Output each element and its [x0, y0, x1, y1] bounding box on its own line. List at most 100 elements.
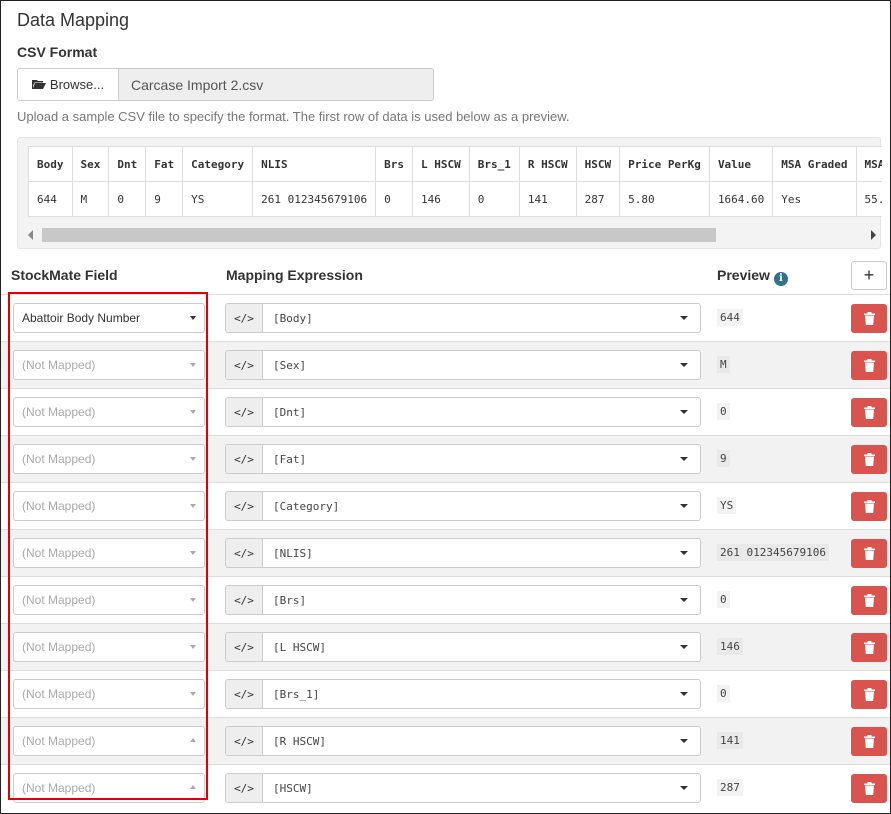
- file-name-display: Carcase Import 2.csv: [119, 69, 433, 100]
- delete-mapping-button[interactable]: [851, 586, 887, 615]
- scroll-right-arrow-icon[interactable]: [871, 230, 876, 240]
- code-editor-button[interactable]: </>: [225, 397, 262, 427]
- stockmate-field-value: (Not Mapped): [22, 546, 96, 560]
- stockmate-field-value: (Not Mapped): [22, 452, 96, 466]
- info-icon[interactable]: i: [773, 272, 788, 286]
- mapping-row: (Not Mapped) </> [Brs] 0: [1, 576, 890, 623]
- mapping-expression-select[interactable]: [L HSCW]: [262, 632, 701, 662]
- scroll-thumb[interactable]: [42, 228, 716, 242]
- preview-value: M: [717, 356, 730, 373]
- mapping-expression-value: [Body]: [273, 311, 313, 325]
- code-editor-button[interactable]: </>: [225, 585, 262, 615]
- horizontal-scrollbar[interactable]: [26, 226, 878, 244]
- stockmate-field-select[interactable]: (Not Mapped): [13, 773, 205, 803]
- scroll-left-arrow-icon[interactable]: [28, 230, 33, 240]
- mapping-expression-select[interactable]: [NLIS]: [262, 538, 701, 568]
- csv-preview-viewport[interactable]: Body Sex Dnt Fat Category NLIS Brs L HSCW Brs_1 R…: [18, 138, 882, 223]
- delete-mapping-button[interactable]: [851, 680, 887, 709]
- stockmate-field-value: (Not Mapped): [22, 499, 96, 513]
- code-editor-button[interactable]: </>: [225, 632, 262, 662]
- csv-cell: 261 012345679106: [252, 181, 377, 217]
- stockmate-field-value: (Not Mapped): [22, 687, 96, 701]
- stockmate-field-select[interactable]: (Not Mapped): [13, 538, 205, 568]
- csv-column-header: Brs: [375, 146, 413, 182]
- stockmate-field-select[interactable]: Abattoir Body Number: [13, 303, 205, 333]
- stockmate-field-select[interactable]: (Not Mapped): [13, 491, 205, 521]
- code-editor-button[interactable]: </>: [225, 726, 262, 756]
- code-editor-button[interactable]: </>: [225, 538, 262, 568]
- stockmate-field-select[interactable]: (Not Mapped): [13, 350, 205, 380]
- trash-icon: [863, 359, 875, 372]
- delete-mapping-button[interactable]: [851, 304, 887, 333]
- add-mapping-button[interactable]: +: [851, 261, 887, 290]
- stockmate-field-select[interactable]: (Not Mapped): [13, 444, 205, 474]
- stockmate-field-select[interactable]: (Not Mapped): [13, 726, 205, 756]
- mapping-expression-select[interactable]: [R HSCW]: [262, 726, 701, 756]
- preview-value: 141: [717, 732, 743, 749]
- file-upload-group: Browse... Carcase Import 2.csv: [17, 68, 434, 101]
- code-editor-button[interactable]: </>: [225, 491, 262, 521]
- delete-mapping-button[interactable]: [851, 727, 887, 756]
- stockmate-field-select[interactable]: (Not Mapped): [13, 679, 205, 709]
- mapping-expression-select[interactable]: [Body]: [262, 303, 701, 333]
- csv-column-header: R HSCW: [518, 146, 577, 182]
- chevron-down-icon: [190, 363, 196, 367]
- trash-icon: [863, 312, 875, 325]
- stockmate-field-select[interactable]: (Not Mapped): [13, 585, 205, 615]
- mapping-row: Abattoir Body Number </> [Body] 644: [1, 294, 890, 341]
- mapping-expression-select[interactable]: [Sex]: [262, 350, 701, 380]
- csv-cell: 287: [575, 181, 621, 217]
- csv-column-header: Fat: [145, 146, 184, 182]
- delete-mapping-button[interactable]: [851, 351, 887, 380]
- browse-button[interactable]: Browse...: [18, 69, 119, 100]
- delete-mapping-button[interactable]: [851, 633, 887, 662]
- mapping-expression-value: [Category]: [273, 499, 340, 513]
- mapping-row: (Not Mapped) </> [HSCW] 287: [1, 764, 890, 811]
- code-editor-button[interactable]: </>: [225, 444, 262, 474]
- csv-column-header: MSA: [855, 146, 882, 182]
- mapping-rows: Abattoir Body Number </> [Body] 644 (Not Map…: [1, 294, 890, 811]
- code-editor-button[interactable]: </>: [225, 350, 262, 380]
- mapping-expression-select[interactable]: [HSCW]: [262, 773, 701, 803]
- delete-mapping-button[interactable]: [851, 445, 887, 474]
- trash-icon: [863, 641, 875, 654]
- csv-column-header: MSA Graded: [772, 146, 857, 182]
- delete-mapping-button[interactable]: [851, 492, 887, 521]
- csv-column-header: Sex: [71, 146, 110, 182]
- delete-mapping-button[interactable]: [851, 539, 887, 568]
- stockmate-field-value: (Not Mapped): [22, 358, 96, 372]
- stockmate-field-select[interactable]: (Not Mapped): [13, 632, 205, 662]
- code-editor-button[interactable]: </>: [225, 303, 262, 333]
- trash-icon: [863, 688, 875, 701]
- mapping-expression-select[interactable]: [Category]: [262, 491, 701, 521]
- trash-icon: [863, 594, 875, 607]
- stockmate-field-value: (Not Mapped): [22, 640, 96, 654]
- delete-mapping-button[interactable]: [851, 774, 887, 803]
- chevron-down-icon: [680, 316, 688, 320]
- trash-icon: [863, 453, 875, 466]
- page-title: Data Mapping: [17, 10, 130, 30]
- mapping-expression-select[interactable]: [Brs]: [262, 585, 701, 615]
- stockmate-field-value: (Not Mapped): [22, 781, 96, 795]
- code-editor-button[interactable]: </>: [225, 773, 262, 803]
- trash-icon: [863, 547, 875, 560]
- chevron-down-icon: [680, 504, 688, 508]
- mapping-row: (Not Mapped) </> [Sex] M: [1, 341, 890, 388]
- mapping-expression-value: [Dnt]: [273, 405, 307, 419]
- chevron-down-icon: [190, 738, 196, 742]
- data-mapping-panel: Data Mapping CSV Format Browse... Carcas…: [0, 0, 891, 814]
- mapping-row: (Not Mapped) </> [NLIS] 261 012345679106: [1, 529, 890, 576]
- chevron-down-icon: [190, 551, 196, 555]
- mapping-row: (Not Mapped) </> [Category] YS: [1, 482, 890, 529]
- mapping-row: (Not Mapped) </> [Dnt] 0: [1, 388, 890, 435]
- chevron-down-icon: [680, 692, 688, 696]
- mapping-expression-select[interactable]: [Fat]: [262, 444, 701, 474]
- mapping-expression-value: [HSCW]: [273, 781, 313, 795]
- stockmate-field-select[interactable]: (Not Mapped): [13, 397, 205, 427]
- csv-column-header: L HSCW: [411, 146, 470, 182]
- delete-mapping-button[interactable]: [851, 398, 887, 427]
- csv-column-header: Dnt: [108, 146, 147, 182]
- mapping-expression-select[interactable]: [Dnt]: [262, 397, 701, 427]
- mapping-expression-select[interactable]: [Brs_1]: [262, 679, 701, 709]
- code-editor-button[interactable]: </>: [225, 679, 262, 709]
